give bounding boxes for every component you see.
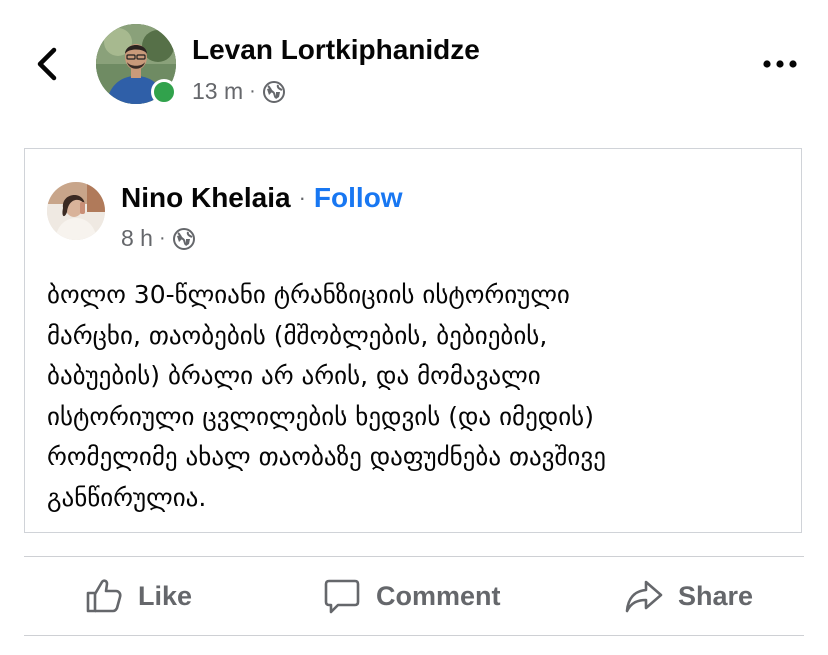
meta-separator: · — [249, 80, 256, 102]
comment-bubble-icon — [324, 579, 360, 614]
follow-button[interactable]: Follow — [314, 182, 403, 214]
divider-bottom — [24, 635, 804, 636]
share-arrow-icon — [625, 580, 663, 613]
more-options-icon[interactable] — [760, 52, 800, 76]
online-status-dot — [151, 79, 177, 105]
back-arrow-icon[interactable] — [30, 44, 64, 84]
comment-button[interactable]: Comment — [322, 557, 501, 635]
thumbs-up-icon — [86, 579, 122, 613]
post-header: Levan Lortkiphanidze 13 m · — [0, 0, 828, 130]
post-meta: 13 m · — [192, 78, 286, 105]
shared-post-timestamp[interactable]: 8 h — [121, 225, 153, 252]
shared-author-avatar[interactable] — [47, 182, 105, 240]
shared-post-card[interactable]: Nino Khelaia · Follow 8 h · ბოლო 30-წლია… — [24, 148, 802, 533]
globe-icon — [262, 80, 285, 103]
shared-author-name[interactable]: Nino Khelaia — [121, 182, 291, 214]
author-name[interactable]: Levan Lortkiphanidze — [192, 34, 480, 66]
shared-author-photo — [47, 182, 105, 240]
like-button[interactable]: Like — [84, 557, 192, 635]
share-button[interactable]: Share — [624, 557, 753, 635]
globe-icon — [172, 227, 195, 250]
comment-label: Comment — [376, 580, 501, 611]
shared-post-text: ბოლო 30-წლიანი ტრანზიციის ისტორიული მარც… — [47, 280, 606, 512]
shared-author-row: Nino Khelaia · Follow — [121, 182, 403, 214]
share-label: Share — [678, 580, 754, 611]
shared-post-meta: 8 h · — [121, 225, 196, 252]
post-timestamp[interactable]: 13 m — [192, 78, 243, 105]
like-label: Like — [138, 580, 193, 611]
meta-separator: · — [158, 227, 166, 249]
post-action-bar: Like Comment Share — [24, 557, 804, 635]
name-separator: · — [298, 185, 306, 210]
